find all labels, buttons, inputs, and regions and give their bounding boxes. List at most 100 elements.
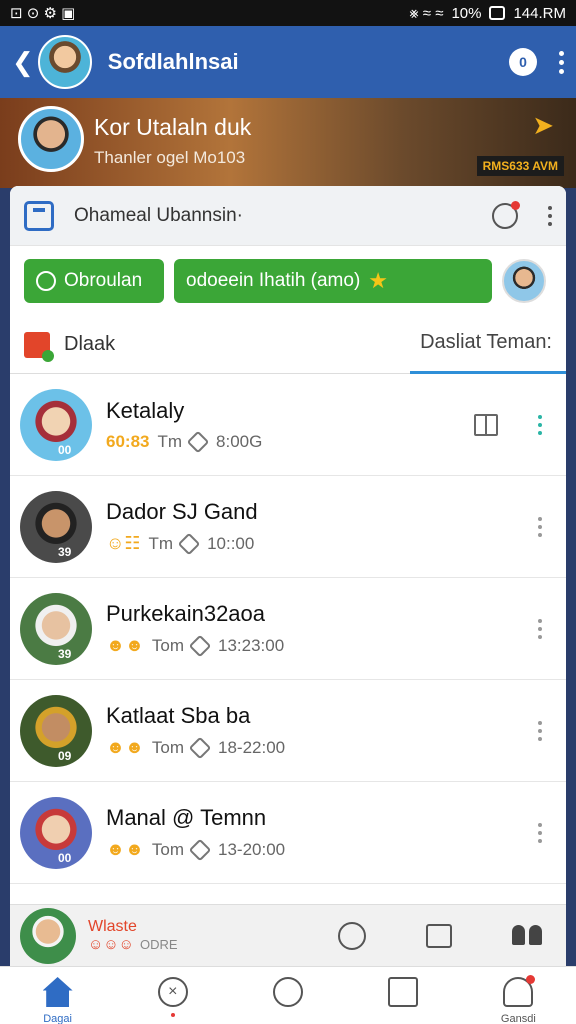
contact-meta: ☻☻ Tom 13-20:00 <box>106 838 538 861</box>
banner-name: Kor Utalaln duk <box>94 114 252 140</box>
status-right: ⨳ ≈ ≈ 10% 144.RM <box>409 5 566 22</box>
shield-icon[interactable] <box>338 921 366 950</box>
contact-avatar[interactable]: 09 <box>20 694 92 767</box>
contact-time: 13:23:00 <box>218 635 285 655</box>
contact-name: Manal @ Temnn <box>106 805 267 830</box>
tag-icon <box>188 634 212 657</box>
mini-avatar[interactable] <box>20 907 76 964</box>
level-badge: 39 <box>58 646 72 661</box>
contact-code: 60:83 <box>106 431 150 451</box>
contact-info: Katlaat Sba ba ☻☻ Tom 18-22:00 <box>106 703 538 759</box>
mini-meta-text: ODRE <box>139 937 178 952</box>
banner-avatar[interactable] <box>18 106 84 172</box>
tab-left[interactable]: Dlaak <box>24 331 116 362</box>
profile-banner: Kor Utalaln duk Thanler ogel Mo103 ➤ RMS… <box>0 98 576 188</box>
tab-friend-list[interactable]: Dasliat Teman: <box>420 331 552 358</box>
app-title: Sofdlahlnsai <box>107 49 239 74</box>
notification-badge[interactable]: 0 <box>509 48 537 76</box>
friends-card: Ohameal Ubannsin· Obroulan odoeein Ihati… <box>10 186 566 966</box>
nav-home-label: Dagai <box>43 1013 72 1024</box>
more-menu-icon[interactable] <box>559 50 564 74</box>
contact-avatar[interactable]: 00 <box>20 388 92 461</box>
contact-meta: ☻☻ Tom 13:23:00 <box>106 634 538 657</box>
contact-label: Tom <box>151 635 185 655</box>
close-circle-icon: × <box>157 977 188 1007</box>
level-badge: 39 <box>58 544 72 559</box>
nav-profile-label: Gansdi <box>500 1013 536 1024</box>
status-left-icons: ⊡ ⊙ ⚙ ▣ <box>10 4 75 22</box>
emoji-badges: ☻☻ <box>106 737 144 757</box>
mini-player: Wlaste ☺☺☺ ODRE <box>10 904 566 966</box>
list-item[interactable]: 00 Manal @ Temnn ☻☻ Tom 13-20:00 <box>10 782 566 884</box>
rocket-icon[interactable]: ➤ <box>532 110 554 141</box>
mini-meta: ☺☺☺ ODRE <box>88 936 238 953</box>
contact-name: Dador SJ Gand <box>106 499 258 524</box>
contact-menu-icon[interactable] <box>538 618 542 639</box>
mini-info: Wlaste ☺☺☺ ODRE <box>88 918 238 953</box>
nav-leaf[interactable] <box>243 977 333 1024</box>
star-icon: ★ <box>368 268 389 293</box>
contact-avatar[interactable]: 00 <box>20 796 92 869</box>
group-icon[interactable] <box>512 924 542 947</box>
invite-chip[interactable]: odoeein Ihatih (amo) ★ <box>174 259 492 303</box>
tag-icon <box>188 838 212 861</box>
app-bar: ❮ Sofdlahlnsai 0 <box>0 26 576 98</box>
tab-left-label: Dlaak <box>64 333 116 355</box>
contact-avatar[interactable]: 39 <box>20 490 92 563</box>
card-header-title: Ohameal Ubannsin· <box>74 204 243 226</box>
contact-name: Katlaat Sba ba <box>106 703 251 728</box>
tag-icon <box>188 736 212 759</box>
signal-icons: ⨳ ≈ ≈ <box>409 4 444 22</box>
contact-menu-icon[interactable] <box>538 516 542 537</box>
contact-name: Purkekain32aoa <box>106 601 266 626</box>
card-menu-icon[interactable] <box>548 205 552 226</box>
user-icon <box>503 975 536 1007</box>
emoji-badges: ☻☻ <box>106 839 144 859</box>
list-item[interactable]: 39 Dador SJ Gand☺☷ Tm 10::00 <box>10 476 566 578</box>
contact-info: Dador SJ Gand☺☷ Tm 10::00 <box>106 499 538 555</box>
tag-icon <box>177 532 201 555</box>
contact-time: 18-22:00 <box>218 737 286 757</box>
contact-name: Ketalaly <box>106 397 185 423</box>
chat-chip[interactable]: Obroulan <box>24 259 164 303</box>
timer-icon[interactable] <box>492 200 520 229</box>
nav-explore[interactable]: × <box>128 977 218 1024</box>
book-icon[interactable] <box>474 413 498 436</box>
profile-card-icon[interactable] <box>426 923 452 948</box>
contact-label: Tom <box>151 737 185 757</box>
clock: 144.RM <box>513 4 566 22</box>
mini-name: Wlaste <box>88 918 137 935</box>
contact-label: Tm <box>148 533 174 553</box>
contact-menu-icon[interactable] <box>538 822 542 843</box>
invite-chip-label: odoeein Ihatih (amo) <box>186 270 361 291</box>
contact-info: Ketalaly 60:83 Tm 8:00G <box>106 397 474 453</box>
chip-avatar[interactable] <box>502 259 546 303</box>
contact-menu-icon[interactable] <box>538 414 542 435</box>
app-avatar[interactable] <box>37 35 92 89</box>
emoji-badges: ☻☻ <box>106 635 144 655</box>
chip-row: Obroulan odoeein Ihatih (amo) ★ <box>10 246 566 316</box>
contact-meta: 60:83 Tm 8:00G <box>106 430 474 453</box>
list-item[interactable]: 39 Purkekain32aoa ☻☻ Tom 13:23:00 <box>10 578 566 680</box>
contact-list: 00 Ketalaly 60:83 Tm 8:00G 39 Dador SJ Gand ☺☷ T… <box>10 374 566 884</box>
contact-meta: ☻☻ Tom 18-22:00 <box>106 736 538 759</box>
list-item[interactable]: 00 Ketalaly 60:83 Tm 8:00G <box>10 374 566 476</box>
nav-profile[interactable]: Gansdi <box>473 975 563 1024</box>
contact-meta: ☺☷ Tm 10::00 <box>106 532 538 555</box>
back-arrow-icon[interactable]: ❮ <box>12 47 34 78</box>
status-bar: ⊡ ⊙ ⚙ ▣ ⨳ ≈ ≈ 10% 144.RM <box>0 0 576 26</box>
mini-emoji: ☺☺☺ <box>88 936 134 953</box>
message-icon <box>388 977 419 1007</box>
list-item[interactable]: 09 Katlaat Sba ba ☻☻ Tom 18-22:00 <box>10 680 566 782</box>
nav-home[interactable]: Dagai <box>13 977 103 1024</box>
battery-icon <box>489 6 506 20</box>
tabs: Dlaak Dasliat Teman: <box>10 316 566 374</box>
home-icon <box>42 977 73 1007</box>
banner-subtitle: Thanler ogel Mo103 <box>94 148 246 167</box>
contact-menu-icon[interactable] <box>538 720 542 741</box>
level-badge: 00 <box>58 850 72 865</box>
inbox-icon <box>24 200 54 231</box>
contact-info: Purkekain32aoa ☻☻ Tom 13:23:00 <box>106 601 538 657</box>
nav-messages[interactable] <box>358 977 448 1024</box>
contact-avatar[interactable]: 39 <box>20 592 92 665</box>
